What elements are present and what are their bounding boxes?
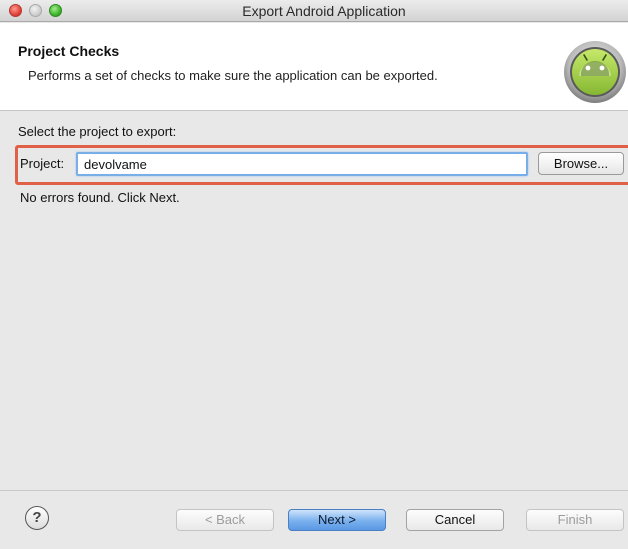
wizard-header: Project Checks Performs a set of checks … [0, 23, 628, 111]
help-icon[interactable]: ? [25, 506, 49, 530]
android-logo-icon [563, 40, 627, 104]
export-android-application-dialog: Export Android Application Project Check… [0, 0, 628, 549]
cancel-button[interactable]: Cancel [406, 509, 504, 531]
next-button[interactable]: Next > [288, 509, 386, 531]
project-input[interactable] [76, 152, 528, 176]
footer-divider [0, 490, 628, 491]
page-title: Project Checks [18, 43, 119, 59]
browse-button[interactable]: Browse... [538, 152, 624, 175]
title-bar[interactable]: Export Android Application [0, 0, 628, 22]
page-description: Performs a set of checks to make sure th… [28, 68, 438, 83]
finish-button[interactable]: Finish [526, 509, 624, 531]
project-label: Project: [20, 156, 64, 171]
window-title: Export Android Application [0, 3, 628, 19]
back-button[interactable]: < Back [176, 509, 274, 531]
status-message: No errors found. Click Next. [20, 190, 180, 205]
select-project-label: Select the project to export: [18, 124, 176, 139]
